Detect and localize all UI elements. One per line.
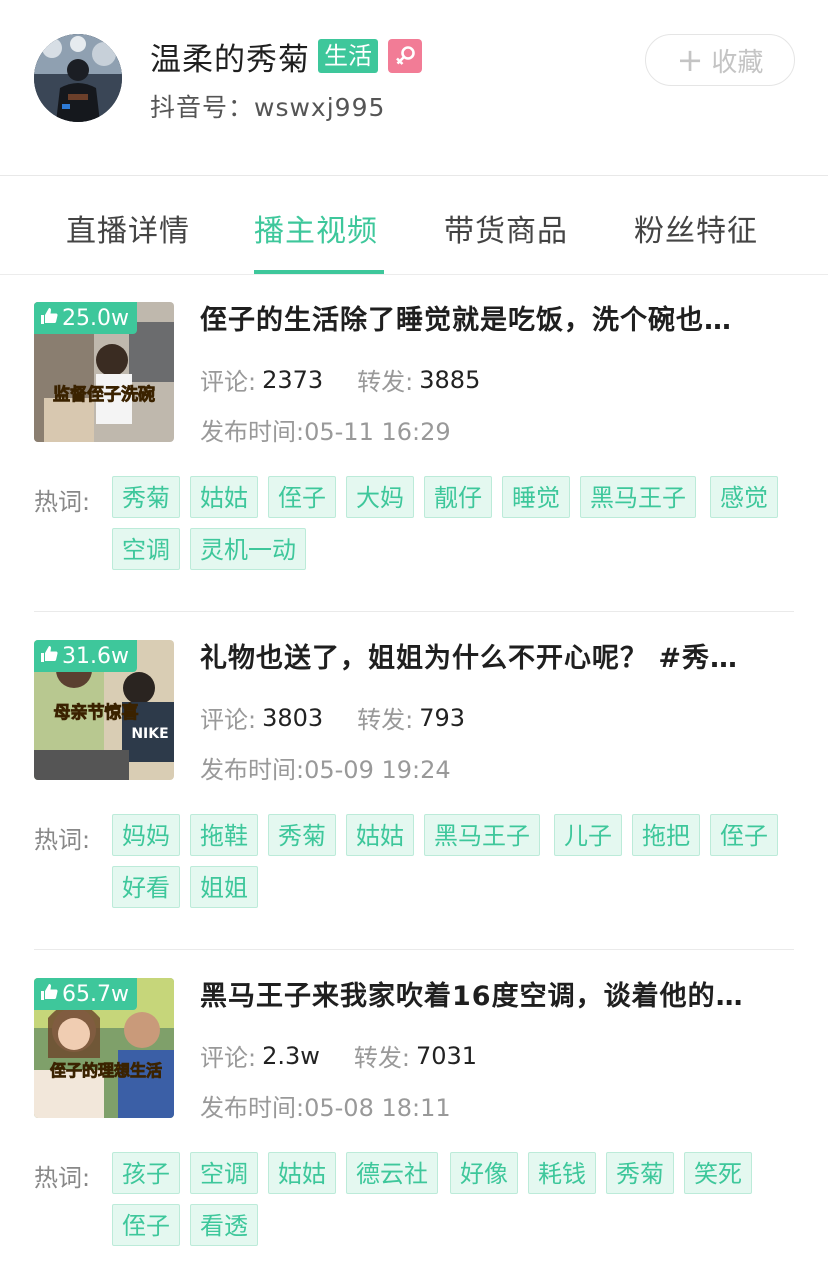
hot-word-chip[interactable]: 睡觉 bbox=[502, 476, 570, 518]
video-card[interactable]: NIKE 母亲节惊喜 31.6w 礼物也送了，姐姐为什么不开心呢？ #秀… 评论… bbox=[0, 612, 828, 950]
tab-fan-features[interactable]: 粉丝特征 bbox=[634, 206, 758, 250]
video-card[interactable]: 监督侄子洗碗 25.0w 侄子的生活除了睡觉就是吃饭，洗个碗也… 评论: 237… bbox=[0, 274, 828, 612]
hot-word-chip[interactable]: 儿子 bbox=[554, 814, 622, 856]
hot-word-chip[interactable]: 空调 bbox=[112, 528, 180, 570]
hot-word-chip[interactable]: 黑马王子 bbox=[580, 476, 696, 518]
video-title[interactable]: 侄子的生活除了睡觉就是吃饭，洗个碗也… bbox=[200, 298, 790, 337]
publish-time-label: 发布时间: bbox=[200, 1094, 305, 1122]
comments-label: 评论: bbox=[200, 368, 257, 396]
profile-name-row: 温柔的秀菊 生活 bbox=[150, 34, 422, 78]
publish-time-label: 发布时间: bbox=[200, 756, 305, 784]
hot-word-chip[interactable]: 姑姑 bbox=[346, 814, 414, 856]
thumbs-up-icon bbox=[40, 644, 58, 669]
thumbnail-caption: 母亲节惊喜 bbox=[54, 702, 139, 723]
hot-word-chip[interactable]: 秀菊 bbox=[606, 1152, 674, 1194]
publish-time-label: 发布时间: bbox=[200, 418, 305, 446]
account-label: 抖音号： bbox=[150, 93, 255, 122]
shares-count: 793 bbox=[419, 703, 466, 732]
hot-word-chip[interactable]: 秀菊 bbox=[112, 476, 180, 518]
tab-live-details[interactable]: 直播详情 bbox=[66, 206, 190, 250]
publish-time-value: 05-11 16:29 bbox=[304, 418, 451, 446]
hot-word-chip[interactable]: 秀菊 bbox=[268, 814, 336, 856]
comments-count: 3803 bbox=[262, 703, 324, 732]
tab-creator-videos[interactable]: 播主视频 bbox=[254, 206, 378, 250]
thumbs-up-icon bbox=[40, 306, 58, 331]
publish-time: 发布时间:05-08 18:11 bbox=[200, 1088, 451, 1123]
hot-word-chip[interactable]: 好像 bbox=[450, 1152, 518, 1194]
hot-word-chip[interactable]: 好看 bbox=[112, 866, 180, 908]
shares-label: 转发: bbox=[357, 706, 414, 734]
comments-label: 评论: bbox=[200, 1044, 257, 1072]
hot-word-chip[interactable]: 德云社 bbox=[346, 1152, 438, 1194]
tab-products[interactable]: 带货商品 bbox=[444, 206, 568, 250]
favorite-label: 收藏 bbox=[711, 47, 764, 78]
comments-count: 2.3w bbox=[262, 1041, 320, 1070]
hot-word-chip[interactable]: 妈妈 bbox=[112, 814, 180, 856]
account-id: 抖音号：wswxj995 bbox=[150, 88, 385, 124]
like-count: 25.0w bbox=[62, 305, 129, 331]
hot-word-chip[interactable]: 侄子 bbox=[268, 476, 336, 518]
shares-count: 7031 bbox=[415, 1041, 478, 1070]
publish-time: 发布时间:05-11 16:29 bbox=[200, 412, 451, 447]
publish-time-value: 05-08 18:11 bbox=[304, 1094, 451, 1122]
comments-count: 2373 bbox=[262, 365, 324, 394]
hot-word-chip[interactable]: 姑姑 bbox=[190, 476, 258, 518]
female-icon bbox=[388, 39, 422, 73]
profile-header: 温柔的秀菊 生活 抖音号：wswxj995 + 收藏 bbox=[0, 0, 828, 176]
hot-word-chip[interactable]: 侄子 bbox=[710, 814, 778, 856]
video-stats: 评论: 3803 转发: 793 bbox=[200, 700, 465, 735]
svg-text:NIKE: NIKE bbox=[131, 726, 168, 742]
like-count: 65.7w bbox=[62, 981, 129, 1007]
shares-label: 转发: bbox=[353, 1044, 410, 1072]
favorite-button[interactable]: + 收藏 bbox=[645, 34, 795, 86]
like-count-badge: 25.0w bbox=[34, 302, 137, 334]
video-thumbnail[interactable]: 侄子的理想生活 65.7w bbox=[34, 978, 174, 1118]
hot-word-chip[interactable]: 靓仔 bbox=[424, 476, 492, 518]
hot-word-chip[interactable]: 侄子 bbox=[112, 1204, 180, 1246]
video-thumbnail[interactable]: NIKE 母亲节惊喜 31.6w bbox=[34, 640, 174, 780]
account-value: wswxj995 bbox=[254, 93, 386, 122]
thumbnail-caption: 监督侄子洗碗 bbox=[53, 384, 155, 405]
video-stats: 评论: 2373 转发: 3885 bbox=[200, 362, 480, 397]
hot-word-chip[interactable]: 灵机一动 bbox=[190, 528, 306, 570]
like-count-badge: 65.7w bbox=[34, 978, 137, 1010]
publish-time-value: 05-09 19:24 bbox=[304, 756, 451, 784]
hot-word-chip[interactable]: 感觉 bbox=[710, 476, 778, 518]
shares-count: 3885 bbox=[419, 365, 481, 394]
hot-words-label: 热词: bbox=[34, 826, 91, 854]
like-count-badge: 31.6w bbox=[34, 640, 137, 672]
hot-words-label: 热词: bbox=[34, 488, 91, 516]
video-title[interactable]: 礼物也送了，姐姐为什么不开心呢？ #秀… bbox=[200, 636, 790, 675]
hot-word-chip[interactable]: 空调 bbox=[190, 1152, 258, 1194]
hot-word-chip[interactable]: 姑姑 bbox=[268, 1152, 336, 1194]
hot-word-chip[interactable]: 孩子 bbox=[112, 1152, 180, 1194]
hot-word-chip[interactable]: 黑马王子 bbox=[424, 814, 540, 856]
hot-word-chip[interactable]: 拖把 bbox=[632, 814, 700, 856]
category-tag: 生活 bbox=[318, 39, 378, 73]
hot-word-chip[interactable]: 看透 bbox=[190, 1204, 258, 1246]
hot-word-chip[interactable]: 耗钱 bbox=[528, 1152, 596, 1194]
hot-word-chip[interactable]: 笑死 bbox=[684, 1152, 752, 1194]
video-stats: 评论: 2.3w 转发: 7031 bbox=[200, 1038, 477, 1073]
profile-name: 温柔的秀菊 bbox=[150, 41, 310, 78]
tab-bar: 直播详情 播主视频 带货商品 粉丝特征 bbox=[0, 176, 828, 274]
video-title[interactable]: 黑马王子来我家吹着16度空调，谈着他的… bbox=[200, 974, 790, 1013]
video-card[interactable]: 侄子的理想生活 65.7w 黑马王子来我家吹着16度空调，谈着他的… 评论: 2… bbox=[0, 950, 828, 1288]
thumbs-up-icon bbox=[40, 982, 58, 1007]
hot-word-chip[interactable]: 姐姐 bbox=[190, 866, 258, 908]
like-count: 31.6w bbox=[62, 643, 129, 669]
avatar[interactable] bbox=[34, 34, 122, 122]
publish-time: 发布时间:05-09 19:24 bbox=[200, 750, 451, 785]
shares-label: 转发: bbox=[357, 368, 414, 396]
thumbnail-caption: 侄子的理想生活 bbox=[50, 1061, 162, 1080]
hot-word-chip[interactable]: 拖鞋 bbox=[190, 814, 258, 856]
comments-label: 评论: bbox=[200, 706, 257, 734]
plus-icon: + bbox=[676, 41, 704, 79]
video-thumbnail[interactable]: 监督侄子洗碗 25.0w bbox=[34, 302, 174, 442]
hot-word-chip[interactable]: 大妈 bbox=[346, 476, 414, 518]
hot-words-label: 热词: bbox=[34, 1164, 91, 1192]
